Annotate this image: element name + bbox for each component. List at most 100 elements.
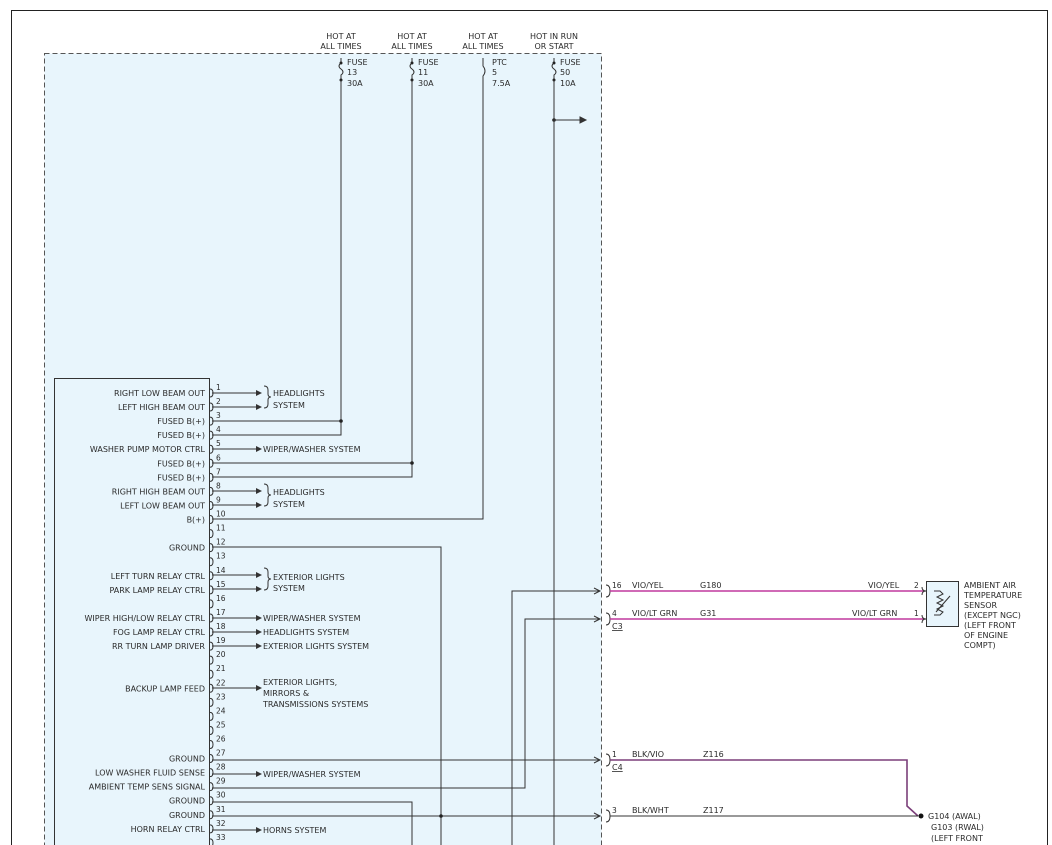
ambient-air-temperature-sensor (921, 581, 959, 627)
pin-label: GROUND (169, 811, 205, 820)
sensor-label: AMBIENT AIR (964, 581, 1017, 590)
ground-label: G103 (RWAL) (931, 823, 984, 832)
fuse-number: 5 (492, 68, 497, 77)
fuse-header-top: HOT AT (397, 32, 427, 41)
pin-label: FUSED B(+) (157, 431, 205, 440)
sensor-label: OF ENGINE (964, 631, 1008, 640)
pin-number: 2 (216, 397, 221, 406)
fuse-number: 50 (560, 68, 570, 77)
sensor-label: COMPT) (964, 641, 996, 650)
pin-number: 29 (216, 777, 226, 786)
pin-number: 21 (216, 664, 226, 673)
circuit-pin: 2 (914, 581, 919, 590)
system-label-exterior-lights: EXTERIOR LIGHTS SYSTEM (263, 642, 369, 651)
pin-number: 1 (216, 383, 221, 392)
system-label-exterior-lights: SYSTEM (273, 584, 305, 593)
pin-number: 17 (216, 608, 226, 617)
wiring-diagram: HOT AT ALL TIMES FUSE 13 30A HOT AT ALL … (11, 10, 1048, 845)
pin-label: AMBIENT TEMP SENS SIGNAL (89, 783, 206, 792)
ground-point (918, 813, 924, 819)
pin-number: 25 (216, 720, 226, 729)
sensor-label: TEMPERATURE (963, 591, 1022, 600)
fuse-kind: FUSE (418, 58, 439, 67)
pin-number: 28 (216, 763, 226, 772)
pin-number: 26 (216, 735, 226, 744)
system-label-backup: EXTERIOR LIGHTS, (263, 678, 337, 687)
circuit-wire-color: BLK/WHT (632, 806, 669, 815)
fuse-number: 13 (347, 68, 357, 77)
pin-number: 4 (216, 425, 221, 434)
circuit-pin: 16 (612, 581, 622, 590)
ground-label: G104 (AWAL) (928, 812, 981, 821)
pin-label: RIGHT HIGH BEAM OUT (112, 487, 205, 496)
circuit-pin: 4 (612, 609, 617, 618)
pin-number: 31 (216, 805, 226, 814)
circuit-pin: 1 (914, 609, 919, 618)
fuse-header-bottom: ALL TIMES (391, 42, 432, 51)
pins-layer: 1 RIGHT LOW BEAM OUT 2 LEFT HIGH BEAM OUT 3 F… (85, 383, 226, 845)
pin-label: B(+) (187, 516, 205, 525)
fuse-header-top: HOT IN RUN (530, 32, 578, 41)
fuse-header-top: HOT AT (468, 32, 498, 41)
system-label-horns: HORNS SYSTEM (263, 826, 326, 835)
pin-number: 12 (216, 538, 226, 547)
pin-label: RR TURN LAMP DRIVER (112, 642, 205, 651)
pin-label: FUSED B(+) (157, 417, 205, 426)
fuse-amperage: 10A (560, 79, 576, 88)
circuit-id: G31 (700, 609, 716, 618)
pin-label: PARK LAMP RELAY CTRL (109, 586, 205, 595)
fuse-kind: PTC (492, 58, 507, 67)
pin-label: GROUND (169, 797, 205, 806)
sensor-label: (LEFT FRONT (964, 621, 1016, 630)
fuse-header-bottom: ALL TIMES (462, 42, 503, 51)
system-label-headlights: HEADLIGHTS SYSTEM (263, 628, 349, 637)
sensor-label: SENSOR (964, 601, 997, 610)
pin-number: 5 (216, 439, 221, 448)
system-label-headlights: HEADLIGHTS (273, 389, 325, 398)
pin-number: 6 (216, 453, 221, 462)
pin-number: 19 (216, 636, 226, 645)
system-label-wiper-washer: WIPER/WASHER SYSTEM (263, 614, 361, 623)
pin-number: 11 (216, 524, 226, 533)
pin-number: 8 (216, 481, 221, 490)
pin-number: 16 (216, 594, 226, 603)
circuit-wire-color: VIO/YEL (632, 581, 664, 590)
pin-label: HORN RELAY CTRL (131, 825, 206, 834)
pin-number: 15 (216, 580, 226, 589)
pin-label: GROUND (169, 755, 205, 764)
system-label-exterior-lights: EXTERIOR LIGHTS (273, 573, 345, 582)
system-label-wiper-washer: WIPER/WASHER SYSTEM (263, 445, 361, 454)
pin-label: RIGHT LOW BEAM OUT (114, 389, 205, 398)
sensor-label: (EXCEPT NGC) (964, 611, 1021, 620)
pin-number: 18 (216, 622, 226, 631)
fuse-kind: FUSE (560, 58, 581, 67)
system-label-headlights: HEADLIGHTS (273, 488, 325, 497)
fuse-amperage: 30A (418, 79, 434, 88)
pin-label: LOW WASHER FLUID SENSE (95, 769, 205, 778)
pin-number: 24 (216, 706, 226, 715)
circuit-id: G180 (700, 581, 721, 590)
circuit-id: Z117 (703, 806, 724, 815)
system-label-headlights: SYSTEM (273, 500, 305, 509)
fuse-header-bottom: OR START (534, 42, 573, 51)
pin-number: 33 (216, 833, 226, 842)
circuit-wire-color: VIO/LT GRN (852, 609, 897, 618)
fuse-amperage: 30A (347, 79, 363, 88)
system-label-headlights: SYSTEM (273, 401, 305, 410)
pin-label: LEFT LOW BEAM OUT (120, 501, 205, 510)
pin-number: 14 (216, 566, 226, 575)
fuse-header-bottom: ALL TIMES (320, 42, 361, 51)
pin-label: GROUND (169, 544, 205, 553)
pin-label: WIPER HIGH/LOW RELAY CTRL (85, 614, 206, 623)
pin-label: FOG LAMP RELAY CTRL (113, 628, 206, 637)
pin-number: 30 (216, 791, 226, 800)
pin-label: LEFT HIGH BEAM OUT (118, 403, 205, 412)
connector-c3-label: C3 (612, 622, 623, 631)
pin-label: WASHER PUMP MOTOR CTRL (90, 445, 206, 454)
circuit-pin: 1 (612, 750, 617, 759)
pin-number: 10 (216, 510, 226, 519)
pin-label: LEFT TURN RELAY CTRL (111, 572, 206, 581)
pin-label: FUSED B(+) (157, 473, 205, 482)
ground-label: (LEFT FRONT (931, 834, 983, 843)
connector-c4-label: C4 (612, 763, 623, 772)
